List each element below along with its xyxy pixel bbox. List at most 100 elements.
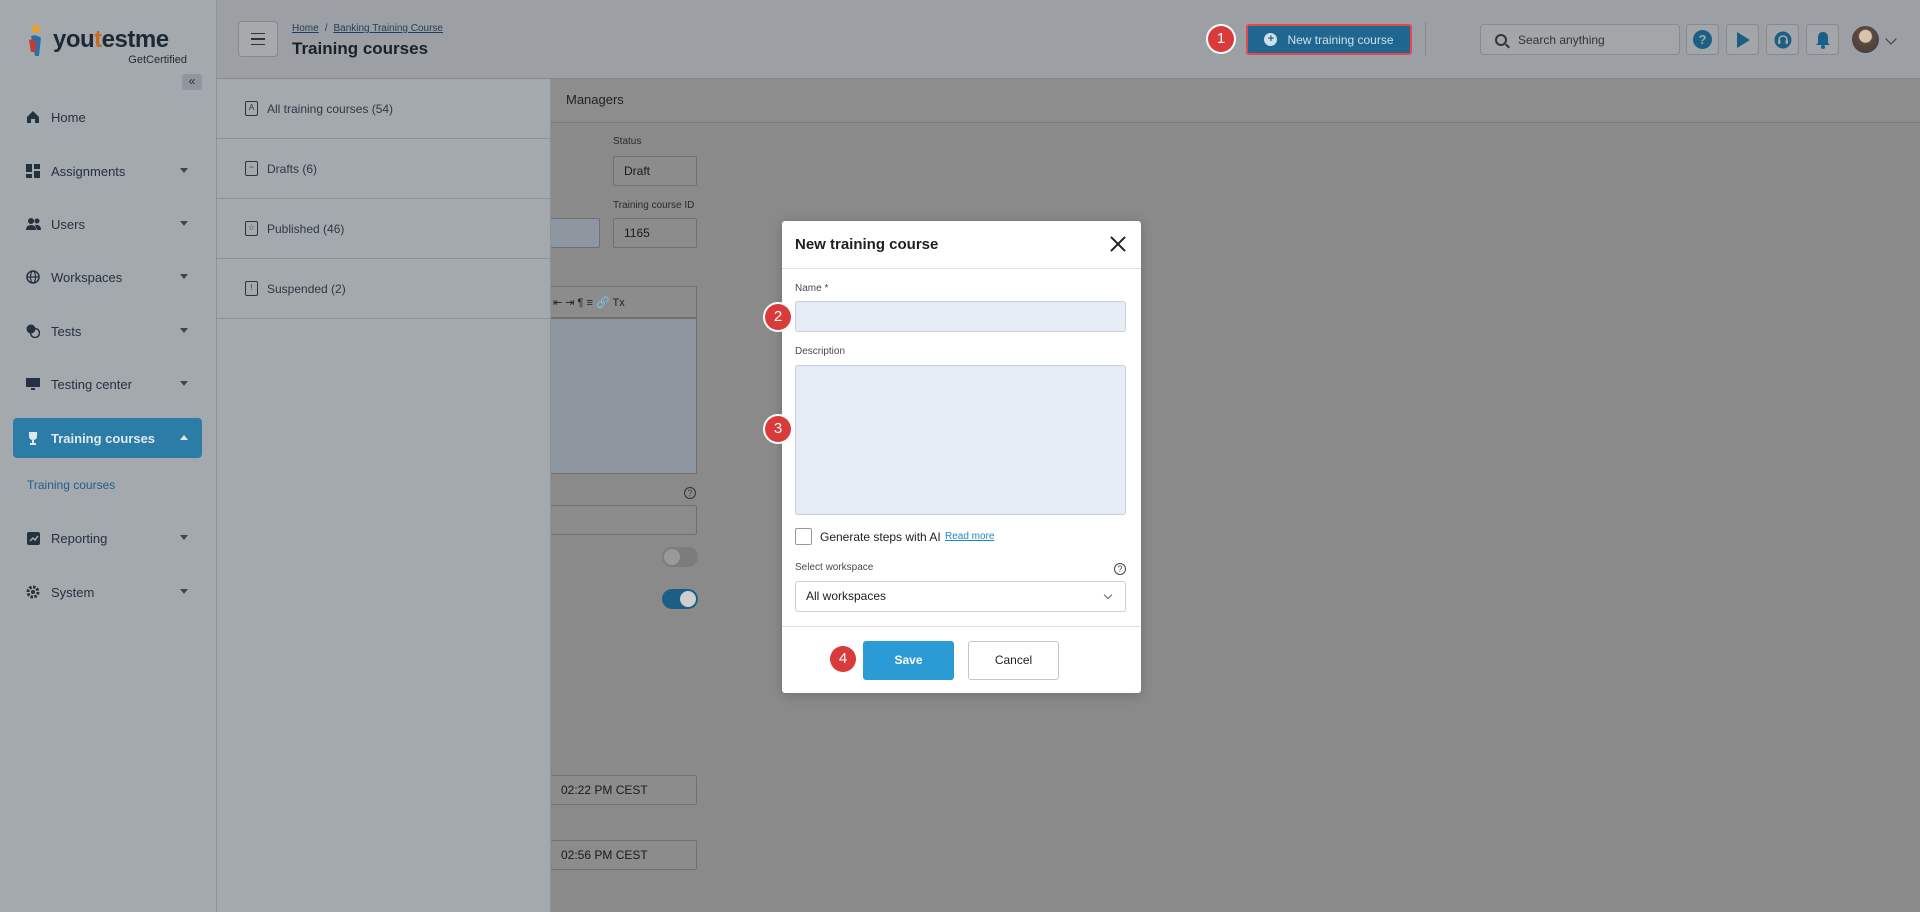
breadcrumb-home-link[interactable]: Home [292, 23, 319, 34]
status-field[interactable]: Draft [613, 156, 697, 186]
sidebar-item-tests[interactable]: Tests [13, 311, 202, 351]
menu-toggle-button[interactable] [238, 21, 278, 57]
filter-suspended[interactable]: ! Suspended (2) [217, 259, 551, 319]
read-more-link[interactable]: Read more [945, 531, 994, 542]
play-button[interactable] [1726, 24, 1759, 55]
breadcrumb-course-link[interactable]: Banking Training Course [333, 23, 443, 34]
course-id-field[interactable]: 1165 [613, 218, 697, 248]
sidebar-item-assignments[interactable]: Assignments [13, 151, 202, 191]
help-icon: ? [684, 487, 696, 499]
new-training-course-button[interactable]: + New training course [1246, 24, 1412, 55]
home-icon [25, 109, 41, 125]
logo-tagline: GetCertified [128, 54, 187, 66]
background-select[interactable] [551, 505, 697, 535]
course-id-label: Training course ID [613, 200, 695, 211]
play-icon [1736, 31, 1750, 48]
chevron-down-icon [1103, 590, 1113, 600]
suspended-icon: ! [245, 281, 258, 296]
filter-drafts[interactable]: ~ Drafts (6) [217, 139, 551, 199]
collapse-sidebar-button[interactable]: « [182, 74, 202, 90]
headset-icon [1774, 31, 1791, 48]
info-icon[interactable]: ? [1114, 563, 1126, 575]
status-label: Status [613, 136, 642, 147]
filter-all-courses[interactable]: A All training courses (54) [217, 79, 551, 139]
all-courses-icon: A [245, 101, 258, 116]
chevron-down-icon [180, 221, 188, 226]
filter-label: All training courses (54) [267, 101, 394, 116]
date-field-2[interactable]: 02:56 PM CEST [551, 840, 697, 870]
chevron-down-icon [180, 381, 188, 386]
sidebar-item-system[interactable]: System [13, 572, 202, 612]
logo-wordmark: youtestme [53, 26, 169, 53]
published-icon: ☆ [245, 221, 258, 236]
breadcrumb: Home / Banking Training Course [292, 23, 443, 34]
dialog-title: New training course [795, 236, 939, 253]
chevron-down-icon [180, 274, 188, 279]
search-input[interactable]: Search anything [1480, 24, 1680, 55]
sidebar-item-users[interactable]: Users [13, 204, 202, 244]
name-field-bg[interactable] [551, 218, 600, 248]
step-badge-3: 3 [765, 416, 791, 442]
monitor-icon [25, 376, 41, 392]
bell-icon [1815, 31, 1830, 49]
toggle-off[interactable] [662, 547, 698, 567]
course-details-background: Managers Status Draft Training course ID… [551, 79, 1920, 912]
chart-icon [25, 530, 41, 546]
dashboard-icon [25, 163, 41, 179]
sidebar-subitem-training-courses[interactable]: Training courses [27, 478, 115, 492]
date-field-1[interactable]: 02:22 PM CEST [551, 775, 697, 805]
sidebar-item-reporting[interactable]: Reporting [13, 518, 202, 558]
filter-label: Suspended (2) [267, 281, 346, 296]
notifications-button[interactable] [1806, 24, 1839, 55]
filter-label: Drafts (6) [267, 161, 318, 176]
help-icon: ? [1693, 30, 1712, 49]
new-training-course-label: New training course [1287, 32, 1394, 47]
course-filter-panel: A All training courses (54) ~ Drafts (6)… [217, 79, 551, 912]
toggle-on[interactable] [662, 589, 698, 609]
sidebar-item-label: Users [51, 216, 85, 232]
chevron-up-icon [180, 435, 188, 440]
plus-icon: + [1264, 33, 1278, 46]
avatar[interactable] [1852, 26, 1879, 53]
step-badge-1: 1 [1208, 26, 1234, 52]
support-button[interactable] [1766, 24, 1799, 55]
trophy-icon [25, 430, 41, 446]
sidebar-item-label: Testing center [51, 376, 132, 392]
workspace-value: All workspaces [806, 589, 887, 603]
logo-mark-icon [29, 25, 41, 56]
logo[interactable]: youtestme GetCertified [27, 20, 187, 68]
tab-managers[interactable]: Managers [566, 92, 624, 107]
chevron-down-icon [180, 535, 188, 540]
sidebar-item-testing-center[interactable]: Testing center [13, 364, 202, 404]
sidebar-item-label: Assignments [51, 163, 126, 179]
step-badge-4: 4 [830, 646, 856, 672]
sidebar-item-label: System [51, 584, 95, 600]
workspace-select[interactable]: All workspaces [795, 581, 1126, 612]
drafts-icon: ~ [245, 161, 258, 176]
description-field[interactable] [795, 365, 1126, 515]
dialog-footer-divider [782, 626, 1141, 627]
tab-bar: Managers [551, 79, 1920, 123]
dialog-header: New training course [782, 221, 1141, 269]
save-button[interactable]: Save [863, 641, 954, 680]
editor-toolbar[interactable]: ⇤ ⇥ ¶ ≡ 🔗 Tx [551, 286, 697, 318]
tests-icon [25, 323, 41, 339]
users-icon [25, 216, 41, 232]
generate-ai-label: Generate steps with AI [820, 530, 941, 544]
description-editor[interactable] [551, 318, 697, 474]
name-field[interactable] [795, 301, 1126, 332]
sidebar-item-label: Tests [51, 323, 82, 339]
chevron-down-icon [180, 328, 188, 333]
help-button[interactable]: ? [1686, 24, 1719, 55]
generate-ai-checkbox[interactable] [795, 528, 812, 545]
sidebar-item-training-courses[interactable]: Training courses [13, 418, 202, 458]
sidebar-item-home[interactable]: Home [13, 97, 202, 137]
page-title: Training courses [292, 39, 429, 58]
filter-label: Published (46) [267, 221, 345, 236]
sidebar-item-workspaces[interactable]: Workspaces [13, 257, 202, 297]
filter-published[interactable]: ☆ Published (46) [217, 199, 551, 259]
name-label: Name * [795, 283, 829, 294]
sidebar-item-label: Training courses [51, 430, 156, 446]
cancel-button[interactable]: Cancel [968, 641, 1059, 680]
close-icon[interactable] [1109, 235, 1127, 253]
